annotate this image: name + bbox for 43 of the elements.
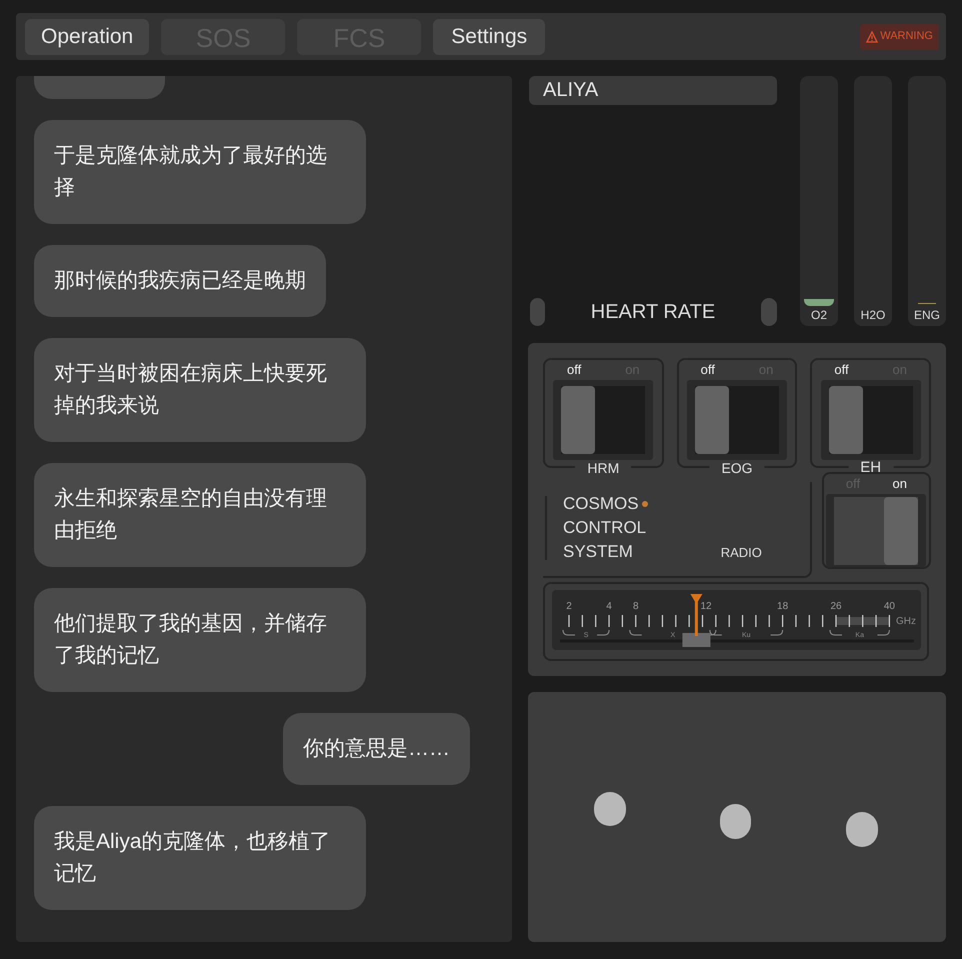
scale-label: 18 <box>777 601 788 612</box>
system-title: SYSTEM <box>563 541 633 563</box>
scale-label: 4 <box>606 601 612 612</box>
toggle-switch[interactable] <box>826 494 926 567</box>
system-title: CONTROL <box>563 517 646 539</box>
indicator-pill <box>530 298 545 326</box>
toggle-switch[interactable] <box>820 380 921 460</box>
system-title: COSMOS <box>563 493 639 515</box>
scale-label: 12 <box>700 601 712 612</box>
heart-rate-label: HEART RATE <box>590 300 716 325</box>
message-bubble: 永生和探索星空的自由没有理由拒绝 <box>34 463 366 567</box>
off-label: off <box>567 362 582 378</box>
tuner-slider[interactable] <box>682 594 710 647</box>
unit-label: GHz <box>896 616 916 627</box>
radio-label: RADIO <box>720 544 762 562</box>
toggle-switch[interactable] <box>687 380 787 460</box>
scale-label: 8 <box>632 601 639 612</box>
gauge-label: ENG <box>912 307 941 322</box>
band-highlight <box>836 617 890 625</box>
message-bubble: 那时候的我疾病已经是晚期 <box>34 245 326 317</box>
warning-badge: WARNING <box>860 24 939 50</box>
gauge-label: O2 <box>810 307 828 322</box>
gauge-marker <box>918 303 936 304</box>
on-label: on <box>892 476 907 492</box>
scale-label: 26 <box>830 601 842 612</box>
gauge-label: H2O <box>860 307 886 322</box>
off-label: off <box>700 362 715 378</box>
tab[interactable]: Settings <box>433 18 546 54</box>
scale-label: 2 <box>566 601 572 612</box>
indicator-pill <box>760 298 777 326</box>
switch-label: HRM <box>575 460 632 476</box>
toggle-switch[interactable] <box>553 380 654 460</box>
message-bubble: 我是Aliya的克隆体，也移植了记忆 <box>34 806 366 910</box>
off-label: off <box>834 362 849 378</box>
scale-label: 40 <box>884 601 895 612</box>
switch-label: EOG <box>709 460 765 476</box>
tab[interactable]: Operation <box>25 18 150 54</box>
name-bar: ALIYA <box>529 76 777 105</box>
message-bubble: 他们提取了我的基因，并储存了我的记忆 <box>34 588 366 692</box>
message-bubble: 于是克隆体就成为了最好的选择 <box>34 120 366 224</box>
warning-icon <box>866 30 878 42</box>
message-bubble: 你的意思是…… <box>283 713 470 785</box>
message-bubble: 对于当时被困在病床上快要死掉的我来说 <box>34 338 366 442</box>
